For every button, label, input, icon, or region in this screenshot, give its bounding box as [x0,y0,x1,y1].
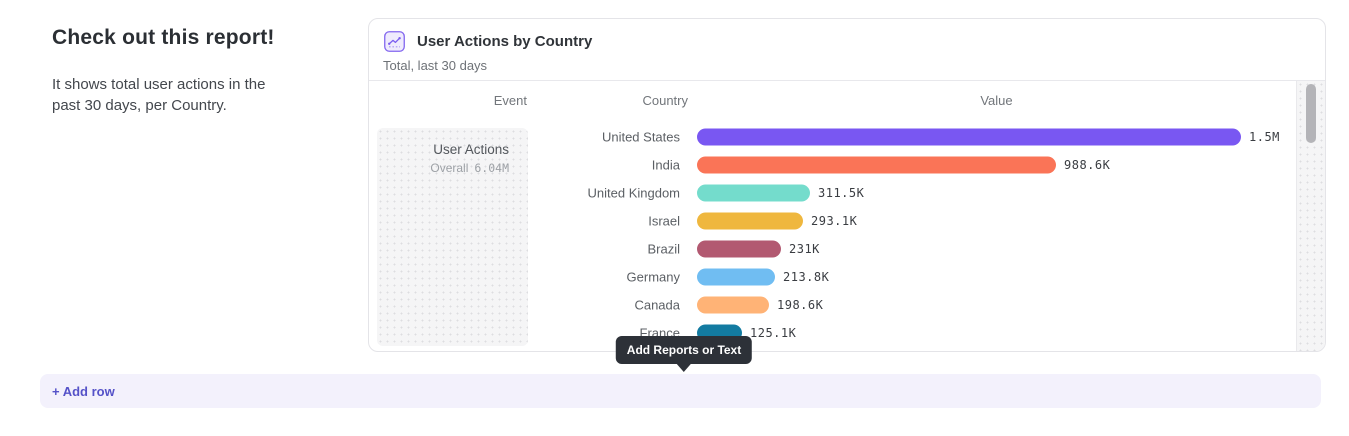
add-row-button[interactable]: + Add row [40,374,1321,408]
bar-track: 231K [697,235,1296,263]
value-label: 213.8K [783,270,829,284]
page-title: Check out this report! [52,26,275,50]
value-bar[interactable] [697,297,769,314]
value-label: 125.1K [750,326,796,340]
bar-track: 988.6K [697,151,1296,179]
column-header-event: Event [377,93,527,109]
chart-rows: United States 1.5M India 988.6K United K… [369,123,1296,347]
country-label: Germany [529,270,680,285]
value-bar[interactable] [697,269,775,286]
line-chart-icon [384,31,405,52]
report-card[interactable]: User Actions by Country Total, last 30 d… [368,18,1326,352]
page-description: It shows total user actions in the past … [52,74,292,116]
add-row-label: + Add row [52,384,115,399]
chart-row[interactable]: United Kingdom 311.5K [369,179,1296,207]
country-label: United States [529,130,680,145]
value-bar[interactable] [697,185,810,202]
bar-track: 125.1K [697,319,1296,347]
value-bar[interactable] [697,241,781,258]
value-label: 293.1K [811,214,857,228]
value-bar[interactable] [697,129,1241,146]
chart-row[interactable]: Canada 198.6K [369,291,1296,319]
chart-scrollbar[interactable] [1296,81,1325,351]
chart-row[interactable]: India 988.6K [369,151,1296,179]
bar-track: 198.6K [697,291,1296,319]
country-label: Canada [529,298,680,313]
value-label: 988.6K [1064,158,1110,172]
country-label: India [529,158,680,173]
report-title: User Actions by Country [417,33,592,50]
chart-row[interactable]: France 125.1K [369,319,1296,347]
column-header-country: Country [537,93,688,109]
bar-track: 213.8K [697,263,1296,291]
add-reports-tooltip: Add Reports or Text [616,336,752,364]
country-label: Brazil [529,242,680,257]
chart-row[interactable]: Brazil 231K [369,235,1296,263]
bar-track: 311.5K [697,179,1296,207]
chart-row[interactable]: Israel 293.1K [369,207,1296,235]
value-label: 1.5M [1249,130,1280,144]
value-label: 311.5K [818,186,864,200]
column-header-value: Value [697,93,1296,109]
bar-track: 1.5M [697,123,1296,151]
value-bar[interactable] [697,213,803,230]
value-bar[interactable] [697,157,1056,174]
country-label: Israel [529,214,680,229]
report-subtitle: Total, last 30 days [383,58,487,73]
value-label: 231K [789,242,820,256]
chart-row[interactable]: Germany 213.8K [369,263,1296,291]
value-label: 198.6K [777,298,823,312]
scrollbar-thumb[interactable] [1306,84,1316,143]
bar-track: 293.1K [697,207,1296,235]
country-label: United Kingdom [529,186,680,201]
report-card-header: User Actions by Country Total, last 30 d… [369,19,1325,80]
chart-row[interactable]: United States 1.5M [369,123,1296,151]
bar-chart: Event Country Value User Actions Overall… [369,80,1325,351]
